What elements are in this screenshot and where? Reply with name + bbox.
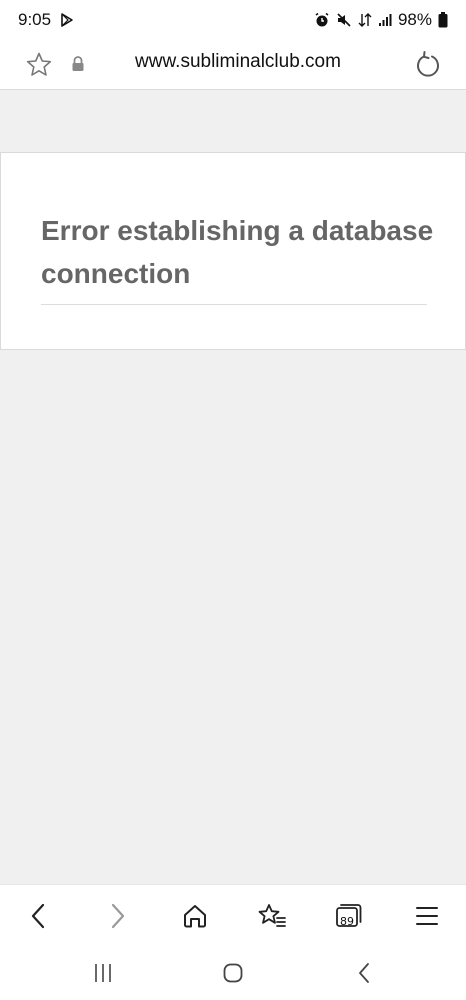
- address-bar: www.subliminalclub.com: [0, 40, 466, 90]
- alarm-icon: [314, 12, 330, 28]
- home-icon[interactable]: [178, 899, 212, 933]
- battery-percent: 98%: [397, 10, 432, 29]
- error-card: Error establishing a database connection: [0, 152, 466, 350]
- bookmarks-icon[interactable]: [255, 899, 289, 933]
- star-icon[interactable]: [24, 50, 54, 80]
- system-nav-bar: [0, 946, 466, 1000]
- play-store-icon: [59, 12, 75, 28]
- status-time: 9:05: [18, 10, 52, 29]
- signal-icon: [378, 13, 392, 27]
- mute-icon: [336, 12, 352, 28]
- tabs-icon[interactable]: 89: [332, 899, 366, 933]
- status-right: 98%: [314, 10, 448, 30]
- web-content: Error establishing a database connection: [0, 90, 466, 884]
- back-arrow-icon[interactable]: [22, 899, 56, 933]
- url-text[interactable]: www.subliminalclub.com: [100, 51, 376, 73]
- data-transfer-icon: [358, 12, 372, 28]
- menu-icon[interactable]: [410, 899, 444, 933]
- home-circle-icon[interactable]: [218, 958, 248, 988]
- lock-icon[interactable]: [70, 55, 86, 73]
- error-divider: [41, 304, 427, 305]
- status-left: 9:05: [18, 10, 75, 30]
- reload-icon[interactable]: [412, 49, 444, 81]
- error-title: Error establishing a database connection: [41, 215, 434, 289]
- battery-icon: [438, 12, 448, 28]
- forward-arrow-icon[interactable]: [100, 899, 134, 933]
- status-bar: 9:05 98%: [0, 0, 466, 40]
- browser-toolbar: 89: [0, 884, 466, 946]
- tab-count: 89: [340, 914, 354, 928]
- back-chevron-icon[interactable]: [350, 958, 380, 988]
- recents-icon[interactable]: [88, 958, 118, 988]
